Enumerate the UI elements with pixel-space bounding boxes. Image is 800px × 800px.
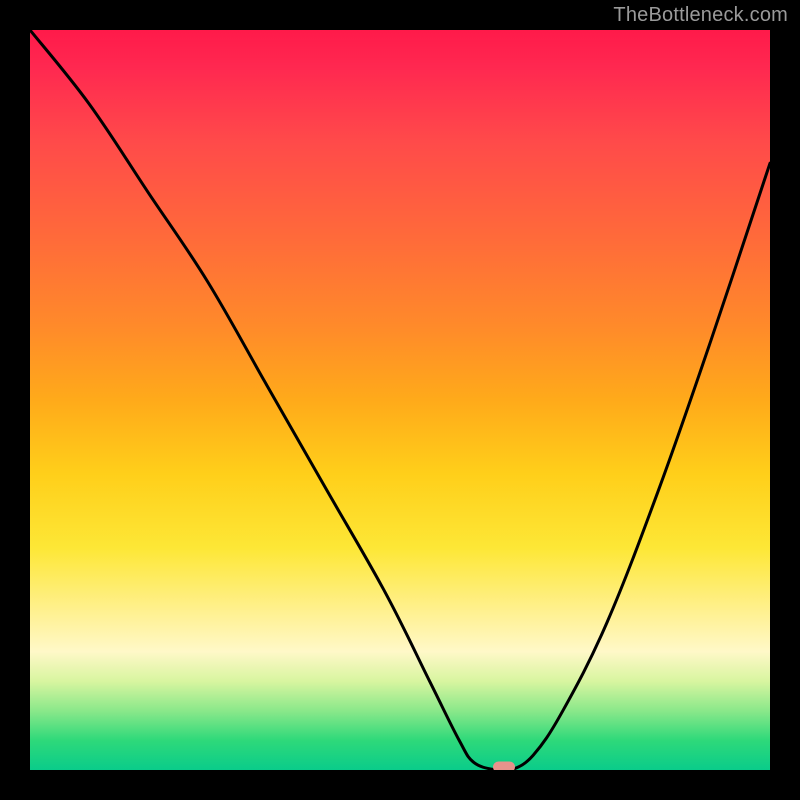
curve-svg xyxy=(30,30,770,770)
chart-frame: TheBottleneck.com xyxy=(0,0,800,800)
plot-area xyxy=(30,30,770,770)
minimum-marker xyxy=(493,762,515,771)
watermark-text: TheBottleneck.com xyxy=(613,4,788,27)
bottleneck-curve-path xyxy=(30,30,770,770)
